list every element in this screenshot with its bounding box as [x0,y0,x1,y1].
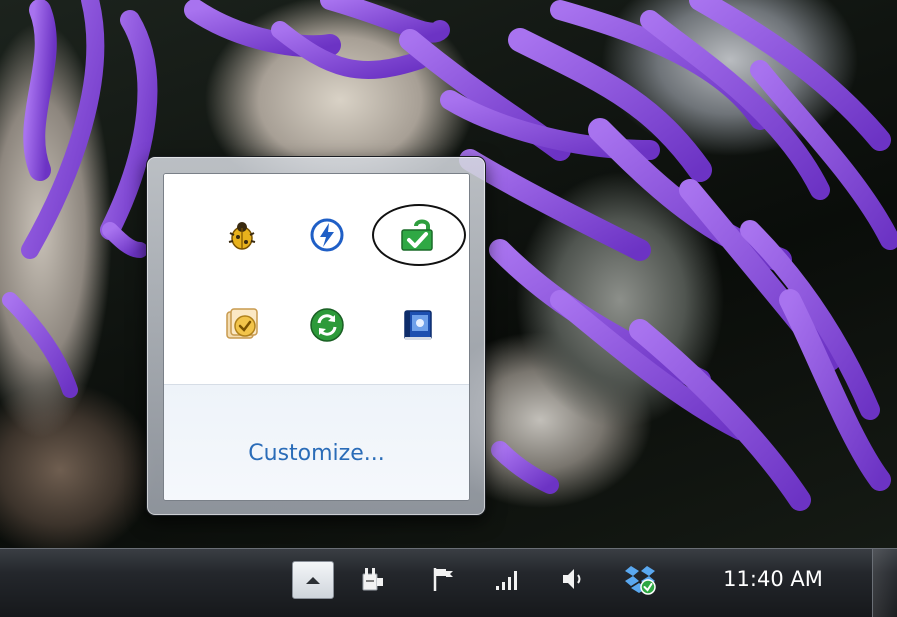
flyout-content: Customize... [163,173,470,501]
green-refresh-icon[interactable] [304,302,350,348]
chevron-up-icon [306,577,320,584]
power-plug-icon[interactable] [352,561,392,597]
volume-icon[interactable] [552,561,596,597]
taskbar-clock[interactable]: 11:40 AM [692,563,854,595]
blue-book-icon[interactable] [394,302,440,348]
customize-link[interactable]: Customize... [164,441,469,466]
dropbox-icon[interactable] [616,559,664,599]
notification-overflow-flyout: Customize... [146,156,486,516]
calendar-check-icon[interactable] [219,302,265,348]
customize-section: Customize... [164,384,469,500]
bug-icon[interactable] [219,212,265,258]
show-hidden-icons-button[interactable] [292,561,334,599]
action-center-flag-icon[interactable] [420,561,464,597]
show-desktop-button[interactable] [872,549,897,617]
hidden-icons-grid [164,174,469,382]
taskbar: 11:40 AM [0,548,897,617]
lightning-icon[interactable] [304,212,350,258]
network-signal-icon[interactable] [486,561,530,597]
highlight-circle-annotation [372,204,466,266]
